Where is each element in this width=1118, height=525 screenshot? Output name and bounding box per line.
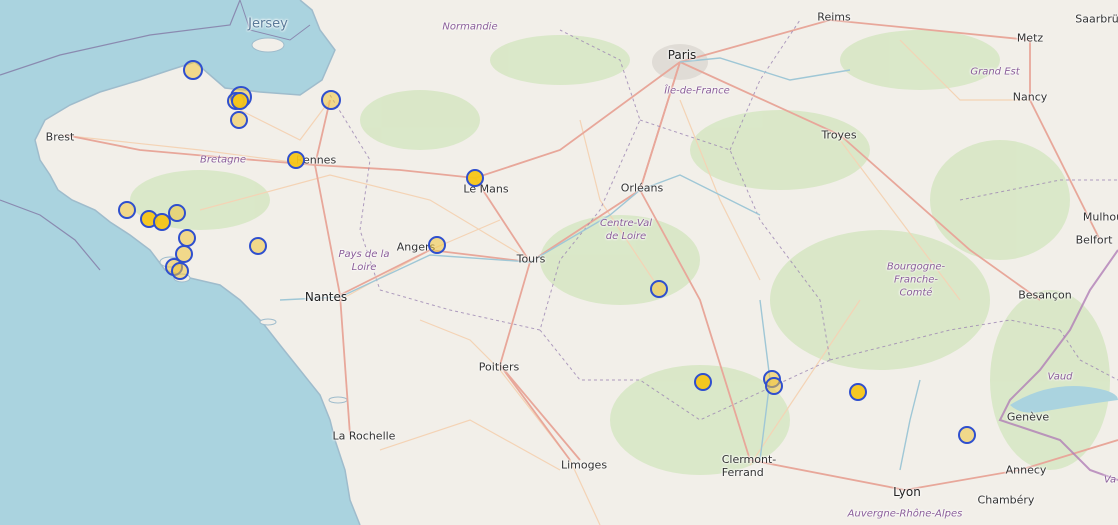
maritime-boundary-2: [0, 199, 101, 271]
map-marker[interactable]: [231, 92, 249, 110]
map-marker[interactable]: [178, 229, 196, 247]
map-marker[interactable]: [168, 204, 186, 222]
label-brest: Brest: [45, 130, 75, 144]
map-marker[interactable]: [118, 201, 136, 219]
label-belfort: Belfort: [1075, 233, 1113, 247]
map-marker[interactable]: [466, 169, 484, 187]
label-auvergne-rhone-alpes: Auvergne-Rhône-Alpes: [847, 508, 963, 520]
map-marker[interactable]: [650, 280, 668, 298]
label-pays-de-la-loire: Pays de la Loire: [338, 249, 390, 273]
maritime-boundary-1: [0, 0, 241, 76]
label-clermont-ferrand: Clermont- Ferrand: [721, 453, 777, 479]
label-chambery: Chambéry: [977, 493, 1035, 507]
map-marker[interactable]: [958, 426, 976, 444]
map-marker[interactable]: [230, 111, 248, 129]
map-marker[interactable]: [849, 383, 867, 401]
jersey-island: [251, 37, 285, 53]
map-view[interactable]: Jersey Normandie Paris Reims Saarbrü Met…: [0, 0, 1118, 525]
label-limoges: Limoges: [560, 458, 608, 472]
label-bourgogne-franche-comte: Bourgogne- Franche- Comté: [886, 261, 946, 299]
label-ile-de-france: Île-de-France: [664, 85, 730, 97]
map-marker[interactable]: [428, 236, 446, 254]
label-jersey: Jersey: [248, 16, 288, 32]
label-annecy: Annecy: [1005, 463, 1047, 477]
label-metz: Metz: [1016, 31, 1044, 45]
label-poitiers: Poitiers: [478, 360, 520, 374]
map-marker[interactable]: [171, 262, 189, 280]
label-besancon: Besançon: [1018, 288, 1072, 302]
label-mulhouse: Mulhou: [1082, 210, 1118, 224]
label-centre-val-de-loire: Centre-Val de Loire: [600, 218, 652, 242]
label-lyon: Lyon: [893, 485, 921, 499]
label-geneve: Genève: [1006, 410, 1050, 424]
label-orleans: Orléans: [620, 181, 664, 195]
map-marker[interactable]: [694, 373, 712, 391]
label-nantes: Nantes: [304, 290, 348, 304]
label-va: Va: [1103, 474, 1117, 486]
label-la-rochelle: La Rochelle: [332, 429, 396, 443]
label-nancy: Nancy: [1012, 90, 1048, 104]
map-marker[interactable]: [287, 151, 305, 169]
label-tours: Tours: [516, 252, 546, 266]
map-marker[interactable]: [183, 60, 203, 80]
label-paris: Paris: [667, 48, 697, 62]
label-normandie: Normandie: [442, 21, 498, 33]
label-grand-est: Grand Est: [970, 66, 1020, 78]
label-vaud: Vaud: [1047, 371, 1073, 383]
label-reims: Reims: [817, 10, 851, 24]
map-marker[interactable]: [249, 237, 267, 255]
label-saarbrucken: Saarbrü: [1075, 12, 1118, 26]
map-marker[interactable]: [321, 90, 341, 110]
map-marker[interactable]: [765, 377, 783, 395]
label-bretagne: Bretagne: [199, 154, 247, 166]
label-troyes: Troyes: [821, 128, 857, 142]
